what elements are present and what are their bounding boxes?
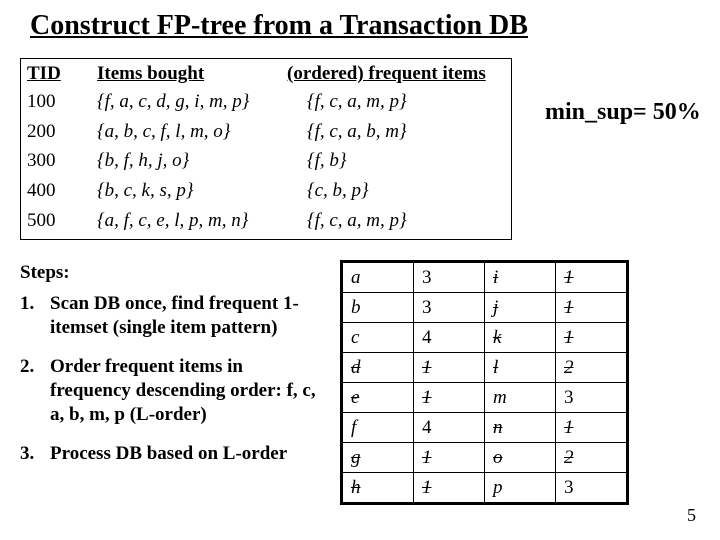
step-text: Order frequent items in frequency descen…	[50, 355, 320, 428]
freq-count: 1	[556, 293, 628, 323]
freq-count: 3	[556, 473, 628, 504]
freq-count: 4	[414, 413, 485, 443]
db-cell-items: {a, b, c, f, l, m, o}	[97, 119, 307, 145]
freq-item: f	[342, 413, 414, 443]
freq-count: 1	[556, 413, 628, 443]
freq-count: 3	[414, 293, 485, 323]
db-cell-tid: 300	[27, 148, 97, 174]
db-cell-ord: {f, c, a, b, m}	[307, 119, 505, 145]
db-cell-items: {a, f, c, e, l, p, m, n}	[97, 208, 307, 234]
freq-count: 2	[556, 353, 628, 383]
step-item: 3. Process DB based on L-order	[20, 442, 320, 466]
freq-item: n	[485, 413, 556, 443]
db-cell-tid: 100	[27, 89, 97, 115]
freq-item: o	[485, 443, 556, 473]
freq-item: k	[485, 323, 556, 353]
freq-row: f4n1	[342, 413, 628, 443]
freq-row: c4k1	[342, 323, 628, 353]
freq-item: h	[342, 473, 414, 504]
db-cell-tid: 500	[27, 208, 97, 234]
step-number: 2.	[20, 355, 50, 428]
freq-count: 3	[414, 262, 485, 293]
freq-count: 1	[556, 262, 628, 293]
freq-row: b3j1	[342, 293, 628, 323]
db-row: 200 {a, b, c, f, l, m, o} {f, c, a, b, m…	[27, 119, 505, 145]
step-item: 1. Scan DB once, find frequent 1-itemset…	[20, 292, 320, 341]
freq-item: i	[485, 262, 556, 293]
slide: Construct FP-tree from a Transaction DB …	[0, 0, 720, 540]
freq-item: l	[485, 353, 556, 383]
db-col-ordered: (ordered) frequent items	[287, 63, 505, 85]
freq-count: 2	[556, 443, 628, 473]
slide-title: Construct FP-tree from a Transaction DB	[30, 10, 528, 42]
freq-item: e	[342, 383, 414, 413]
freq-item: c	[342, 323, 414, 353]
freq-item: g	[342, 443, 414, 473]
db-cell-items: {b, f, h, j, o}	[97, 148, 307, 174]
freq-row: d1l2	[342, 353, 628, 383]
db-header: TID Items bought (ordered) frequent item…	[27, 63, 505, 85]
page-number: 5	[687, 505, 696, 526]
freq-row: e1m3	[342, 383, 628, 413]
db-row: 400 {b, c, k, s, p} {c, b, p}	[27, 178, 505, 204]
freq-item: p	[485, 473, 556, 504]
db-cell-tid: 200	[27, 119, 97, 145]
db-cell-ord: {c, b, p}	[307, 178, 505, 204]
db-cell-items: {f, a, c, d, g, i, m, p}	[97, 89, 307, 115]
freq-count: 4	[414, 323, 485, 353]
transaction-db-box: TID Items bought (ordered) frequent item…	[20, 58, 512, 240]
db-row: 100 {f, a, c, d, g, i, m, p} {f, c, a, m…	[27, 89, 505, 115]
step-item: 2. Order frequent items in frequency des…	[20, 355, 320, 428]
db-cell-tid: 400	[27, 178, 97, 204]
freq-row: a3i1	[342, 262, 628, 293]
step-text: Scan DB once, find frequent 1-itemset (s…	[50, 292, 320, 341]
db-cell-ord: {f, c, a, m, p}	[307, 208, 505, 234]
step-number: 1.	[20, 292, 50, 341]
steps-heading: Steps:	[20, 262, 70, 284]
db-cell-items: {b, c, k, s, p}	[97, 178, 307, 204]
freq-item: d	[342, 353, 414, 383]
freq-item: b	[342, 293, 414, 323]
db-col-tid: TID	[27, 63, 97, 85]
freq-item: m	[485, 383, 556, 413]
steps-list: 1. Scan DB once, find frequent 1-itemset…	[20, 292, 320, 480]
freq-row: h1p3	[342, 473, 628, 504]
db-col-items: Items bought	[97, 63, 287, 85]
freq-row: g1o2	[342, 443, 628, 473]
db-row: 300 {b, f, h, j, o} {f, b}	[27, 148, 505, 174]
db-cell-ord: {f, b}	[307, 148, 505, 174]
freq-item: a	[342, 262, 414, 293]
freq-count: 1	[414, 473, 485, 504]
freq-item: j	[485, 293, 556, 323]
db-cell-ord: {f, c, a, m, p}	[307, 89, 505, 115]
freq-count: 3	[556, 383, 628, 413]
step-text: Process DB based on L-order	[50, 442, 320, 466]
freq-count: 1	[556, 323, 628, 353]
db-row: 500 {a, f, c, e, l, p, m, n} {f, c, a, m…	[27, 208, 505, 234]
freq-count: 1	[414, 443, 485, 473]
freq-count: 1	[414, 353, 485, 383]
frequency-table: a3i1b3j1c4k1d1l2e1m3f4n1g1o2h1p3	[340, 260, 629, 505]
step-number: 3.	[20, 442, 50, 466]
min-sup-label: min_sup= 50%	[545, 100, 701, 125]
freq-count: 1	[414, 383, 485, 413]
